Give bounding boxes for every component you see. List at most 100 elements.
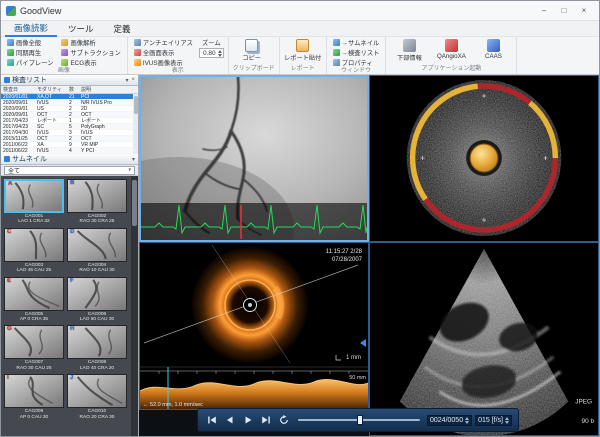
thumbnail-caption: CAG008LAO 40 CRA 20 — [67, 359, 127, 371]
thumbnail-item[interactable]: J CAG010RAO 20 CRA 30 — [67, 374, 127, 420]
menu-item-reading[interactable]: 画像読影 — [5, 21, 57, 37]
thumbnail-badge: J — [70, 375, 73, 381]
oct-status-text: ← 52.0 mm, 1.0 mm/sec — [143, 402, 203, 408]
sync-play-icon — [7, 49, 14, 56]
caas-app-icon — [487, 39, 500, 52]
minimize-button[interactable]: – — [534, 3, 554, 18]
chevron-down-icon: ▾ — [128, 167, 131, 173]
echo-viewport[interactable]: JPEG 90 b — [369, 242, 599, 436]
ivus-viewport[interactable] — [369, 75, 599, 242]
oct-timestamp: 11:15:27 2/28 — [326, 249, 363, 255]
echo-image: JPEG 90 b — [370, 243, 598, 435]
thumbnail-window-button[interactable]: →サムネイル — [331, 38, 382, 47]
examlist-window-button[interactable]: →検査リスト — [331, 48, 382, 57]
copy-button[interactable]: コピー — [233, 38, 271, 62]
fps-counter[interactable]: 015 [f/s] — [475, 415, 512, 426]
fps-spinner[interactable] — [505, 417, 509, 424]
ribbon-group-display: アンチエイリアス 全画面表示 IVUS画像表示 ズーム 0.80 表示 — [128, 37, 229, 74]
thumbnail-image: H — [67, 325, 127, 359]
thumbnail-panel: A CAG001LAO 1 CRA 32 B CAG002RAO 30 CRA … — [1, 176, 138, 436]
copy-icon — [245, 39, 258, 52]
exam-table-header[interactable]: 検査日 モダリティ 数 説明 — [1, 86, 138, 94]
skip-start-button[interactable] — [204, 413, 219, 427]
thumbnail-badge: I — [7, 375, 9, 381]
subtraction-button[interactable]: サブトラクション — [59, 48, 122, 57]
thumbnail-image: I — [4, 374, 64, 408]
zoom-spinner[interactable] — [218, 50, 222, 57]
thumbnail-item[interactable]: I CAG009AP 0 CAU 30 — [4, 374, 64, 420]
pipeline-button[interactable]: パイプレーン — [5, 58, 55, 67]
fullscreen-icon — [134, 49, 141, 56]
angiogram-image — [141, 77, 367, 240]
fullscreen-button[interactable]: 全画面表示 — [132, 48, 195, 57]
ivus-view-button[interactable]: IVUS画像表示 — [132, 58, 195, 67]
exam-row[interactable]: 2011/06/22IVUS4Y PCI — [1, 148, 138, 154]
panel-pin-icon[interactable]: ▾ — [125, 77, 128, 84]
antialias-icon — [134, 39, 141, 46]
echo-format-label: JPEG — [575, 398, 592, 405]
ribbon-group-report: レポート貼付 レポート — [280, 37, 327, 74]
close-button[interactable]: × — [574, 3, 594, 18]
thumbnail-window-icon — [333, 39, 340, 46]
menu-item-define[interactable]: 定義 — [105, 22, 140, 36]
thumbnail-item[interactable]: H CAG008LAO 40 CRA 20 — [67, 325, 127, 371]
play-button[interactable] — [240, 413, 255, 427]
frame-slider[interactable] — [298, 414, 420, 426]
zoom-label: ズーム — [202, 38, 221, 47]
skip-end-button[interactable] — [258, 413, 273, 427]
thumbnail-caption: CAG003LAO 45 CAU 25 — [4, 262, 64, 274]
panel-close-icon[interactable]: × — [131, 77, 135, 84]
qangio-app-button[interactable]: QAngioXA — [432, 38, 470, 60]
exam-list-table: 検査日 モダリティ 数 説明 2020/01/01XA,OT21PCI2020/… — [1, 86, 138, 154]
exam-list-scrollbar[interactable] — [133, 94, 138, 154]
loop-button[interactable] — [276, 413, 291, 427]
panel-collapse-icon[interactable]: ▾ — [132, 156, 135, 163]
image-analysis-button[interactable]: 画像解析 — [59, 38, 122, 47]
info-app-button[interactable]: 下部情報 — [390, 38, 428, 62]
thumbnail-scrollbar[interactable] — [131, 176, 138, 436]
maximize-button[interactable]: □ — [554, 3, 574, 18]
thumbnail-item[interactable]: C CAG003LAO 45 CAU 25 — [4, 228, 64, 274]
ivus-image — [370, 76, 598, 241]
properties-button[interactable]: プロパティ — [331, 58, 382, 67]
frame-spinner[interactable] — [465, 417, 469, 424]
ribbon-group-window: →サムネイル →検査リスト プロパティ ウィンドウ — [327, 37, 387, 74]
report-paste-icon — [296, 39, 309, 52]
thumbnail-item[interactable]: A CAG001LAO 1 CRA 32 — [4, 179, 64, 225]
antialias-button[interactable]: アンチエイリアス — [132, 38, 195, 47]
thumbnail-badge: E — [7, 278, 11, 284]
sync-play-button[interactable]: 同期再生 — [5, 48, 55, 57]
frame-counter[interactable]: 0024/0050 — [427, 415, 472, 426]
playbar-slider-thumb[interactable] — [357, 415, 363, 425]
oct-image: 11:15:27 2/28 07/28/2007 1 mm 5 — [140, 243, 368, 409]
ecg-display-button[interactable]: ECG表示 — [59, 58, 122, 67]
thumbnail-item[interactable]: F CAG006LAO 50 CAU 30 — [67, 277, 127, 323]
menu-item-tools[interactable]: ツール — [59, 22, 103, 36]
thumbnail-image: B — [67, 179, 127, 213]
play-reverse-button[interactable] — [222, 413, 237, 427]
examlist-window-icon — [333, 49, 340, 56]
thumbnail-item[interactable]: G CAG007RAO 30 CAU 25 — [4, 325, 64, 371]
thumbnail-item[interactable]: E CAG005AP 0 CRA 35 — [4, 277, 64, 323]
caas-app-button[interactable]: CAAS — [474, 38, 512, 60]
thumbnail-caption: CAG009AP 0 CAU 30 — [4, 408, 64, 420]
zoom-value-input[interactable]: 0.80 — [199, 48, 224, 58]
angiogram-viewport[interactable] — [139, 75, 369, 242]
ribbon-group-label: アプリケーション起動 — [390, 65, 512, 74]
pipeline-icon — [7, 59, 14, 66]
thumbnail-caption: CAG006LAO 50 CAU 30 — [67, 311, 127, 323]
oct-viewport[interactable]: 11:15:27 2/28 07/28/2007 1 mm 5 — [139, 242, 369, 410]
report-paste-button[interactable]: レポート貼付 — [284, 38, 322, 62]
thumbnail-caption: CAG005AP 0 CRA 35 — [4, 311, 64, 323]
thumbnail-image: J — [67, 374, 127, 408]
image-general-button[interactable]: 画像全般 — [5, 38, 55, 47]
thumbnail-filter-dropdown[interactable]: 全て ▾ — [4, 166, 135, 175]
ecg-icon — [61, 59, 68, 66]
thumbnail-image: E — [4, 277, 64, 311]
thumbnail-item[interactable]: B CAG002RAO 30 CRA 25 — [67, 179, 127, 225]
subtraction-icon — [61, 49, 68, 56]
thumbnail-grid: A CAG001LAO 1 CRA 32 B CAG002RAO 30 CRA … — [4, 179, 129, 420]
oct-date: 07/28/2007 — [332, 257, 363, 263]
qangio-app-icon — [445, 39, 458, 52]
thumbnail-item[interactable]: D CAG004RAO 10 CAU 30 — [67, 228, 127, 274]
